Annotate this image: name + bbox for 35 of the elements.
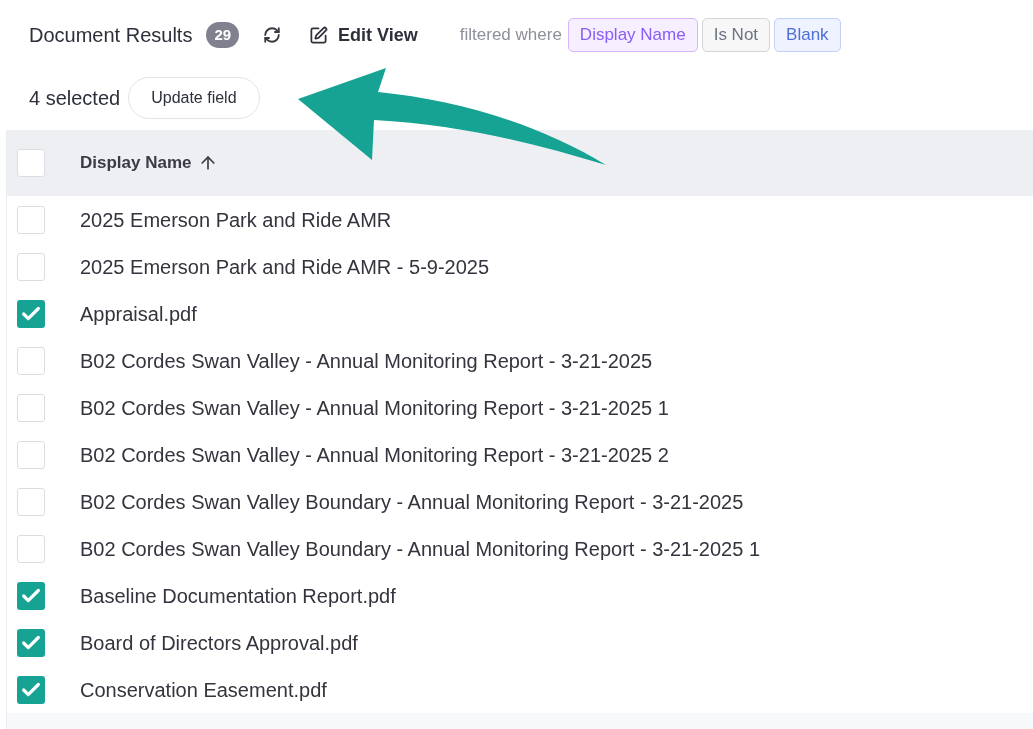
table-cell-text: B02 Cordes Swan Valley Boundary - Annual Monitoring Report - 3-21-2025: [80, 489, 744, 515]
table-cell-text: B02 Cordes Swan Valley - Annual Monitoring Report - 3-21-2025: [80, 348, 653, 374]
edit-view-button[interactable]: Edit View: [309, 21, 418, 49]
row-checkbox[interactable]: [17, 628, 45, 657]
edit-icon: [309, 25, 329, 45]
row-checkbox[interactable]: [17, 534, 45, 563]
table-cell-text: 2025 Emerson Park and Ride AMR - 5-9-2025: [80, 254, 490, 280]
filter-chip[interactable]: Is Not: [701, 18, 771, 52]
table-cell-text: Board of Directors Approval.pdf: [80, 630, 358, 656]
row-checkbox[interactable]: [17, 346, 45, 375]
table-cell-text: Baseline Documentation Report.pdf: [80, 583, 396, 609]
row-checkbox[interactable]: [17, 205, 45, 234]
row-checkbox[interactable]: [17, 393, 45, 422]
refresh-icon[interactable]: [263, 26, 282, 44]
column-header[interactable]: Display Name: [80, 150, 218, 176]
row-checkbox[interactable]: [17, 487, 45, 516]
update-field-button[interactable]: Update field: [128, 77, 260, 119]
select-all-checkbox[interactable]: [17, 149, 45, 177]
row-checkbox[interactable]: [17, 252, 45, 281]
row-checkbox[interactable]: [17, 299, 45, 328]
filter-prefix: filtered where: [459, 24, 562, 47]
filter-chip[interactable]: Blank: [774, 18, 841, 52]
row-checkbox[interactable]: [17, 581, 45, 610]
selected-count: 4 selected: [29, 86, 121, 111]
panel-title: Document Results: [29, 23, 193, 48]
table-cell-text: B02 Cordes Swan Valley - Annual Monitoring Report - 3-21-2025 2: [80, 442, 669, 468]
table-cell-text: 2025 Emerson Park and Ride AMR: [80, 207, 392, 233]
row-checkbox[interactable]: [17, 440, 45, 469]
table-cell-text: Appraisal.pdf: [80, 301, 197, 327]
filter-chip[interactable]: Display Name: [567, 18, 698, 52]
table-cell-text: B02 Cordes Swan Valley - Annual Monitoring Report - 3-21-2025 1: [80, 395, 669, 421]
table-cell-text: Conservation Easement.pdf: [80, 677, 327, 703]
table-cell-text: B02 Cordes Swan Valley Boundary - Annual Monitoring Report - 3-21-2025 1: [80, 536, 761, 562]
row-checkbox[interactable]: [17, 675, 45, 704]
count-badge: 29: [206, 21, 240, 49]
